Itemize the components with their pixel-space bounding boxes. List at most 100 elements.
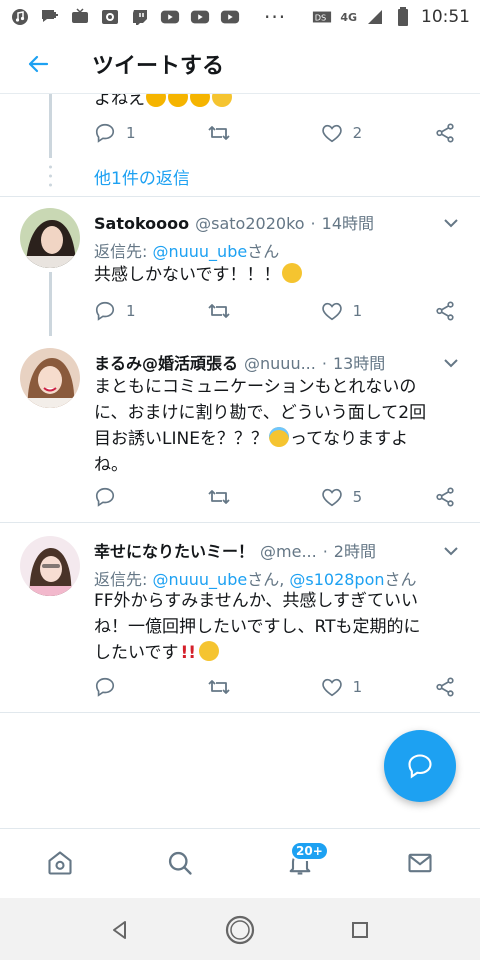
more-replies-link[interactable]: 他1件の返信 xyxy=(94,164,190,189)
like-button[interactable]: 2 xyxy=(321,122,434,144)
crying-face-emoji xyxy=(281,263,302,283)
twitch-icon xyxy=(130,7,150,27)
like-button[interactable]: 5 xyxy=(321,486,434,508)
avatar[interactable] xyxy=(20,536,80,596)
reply-icon xyxy=(95,301,115,321)
android-nav-bar xyxy=(0,898,480,960)
retweet-icon xyxy=(208,680,230,694)
tweet-actions: 5 xyxy=(94,484,464,510)
nav-recents-button[interactable] xyxy=(342,912,378,948)
reply-icon xyxy=(95,487,115,507)
share-icon xyxy=(436,123,454,143)
display-name[interactable]: 幸せになりたいミー！ xyxy=(94,538,254,562)
chevron-down-icon[interactable] xyxy=(440,352,462,374)
compose-reply-button[interactable] xyxy=(384,730,456,802)
like-count: 1 xyxy=(352,302,363,320)
reply-icon xyxy=(95,123,115,143)
like-icon xyxy=(321,124,342,143)
tab-search[interactable] xyxy=(164,847,196,879)
tab-home[interactable] xyxy=(44,847,76,879)
reply-button[interactable]: 1 xyxy=(94,300,207,322)
divider xyxy=(0,522,480,523)
display-name[interactable]: Satokoooo xyxy=(94,214,189,233)
reply-button[interactable] xyxy=(94,676,207,698)
nav-back-button[interactable] xyxy=(102,912,138,948)
share-button[interactable] xyxy=(434,486,456,508)
app-header: ツイートする xyxy=(0,34,480,94)
user-handle[interactable]: @nuuu... xyxy=(244,354,316,373)
user-handle[interactable]: @sato2020ko xyxy=(195,214,304,233)
tweet-text: まともにコミュニケーションもとれないの に、おまけに割り勘で、どういう面して2回… xyxy=(94,377,427,475)
camera-box-icon xyxy=(100,7,120,27)
user-handle[interactable]: @me... xyxy=(260,542,317,561)
vpn-icon: DS xyxy=(312,7,332,27)
like-count: 5 xyxy=(352,488,363,506)
like-icon xyxy=(321,302,342,321)
like-icon xyxy=(321,488,342,507)
chevron-down-icon[interactable] xyxy=(440,540,462,562)
tweet-header: まるみ@婚活頑張る @nuuu... · 13時間 xyxy=(94,350,434,374)
triangle-back-icon xyxy=(113,921,126,939)
music-icon xyxy=(10,7,30,27)
reply-button[interactable]: 1 xyxy=(94,122,207,144)
tv-icon xyxy=(70,7,90,27)
timestamp: 13時間 xyxy=(332,354,386,373)
halo-face-emoji xyxy=(268,427,289,447)
partial-tweet-text: よねえ xyxy=(94,94,233,109)
youtube-icon-1 xyxy=(160,7,180,27)
youtube-icon-3 xyxy=(220,7,240,27)
reply-count: 1 xyxy=(126,124,136,142)
bottom-tab-bar: 20+ xyxy=(0,828,480,898)
system-indicators: DS 4G 10:51 xyxy=(312,7,470,27)
like-icon xyxy=(321,678,342,697)
reply-to-line: 返信先: @nuuu_ubeさん, @s1028ponさん xyxy=(94,570,417,589)
chevron-down-icon[interactable] xyxy=(440,212,462,234)
display-name[interactable]: まるみ@婚活頑張る xyxy=(94,350,238,374)
home-icon xyxy=(48,851,72,875)
like-button[interactable]: 1 xyxy=(321,676,434,698)
retweet-button[interactable] xyxy=(207,486,320,508)
retweet-button[interactable] xyxy=(207,300,320,322)
reply-button[interactable] xyxy=(94,486,207,508)
tweet-thread[interactable]: よねえ 1 2 他1件の返信 Satokoooo @sato2020ko · 1… xyxy=(0,94,480,828)
thread-dots xyxy=(49,165,52,187)
share-icon xyxy=(436,301,454,321)
mention-link[interactable]: @nuuu_ube xyxy=(152,242,247,261)
status-bar: ··· DS 4G 10:51 xyxy=(0,0,480,34)
tab-messages[interactable] xyxy=(404,847,436,879)
tweet-text: FF外からすみませんか、共感しすぎていい ね！一億回押したいですし、RTも定期的… xyxy=(94,591,421,663)
chat-plus-icon xyxy=(40,7,60,27)
notification-badge: 20+ xyxy=(290,841,329,861)
search-icon xyxy=(168,851,192,875)
clock: 10:51 xyxy=(421,7,470,27)
circle-home-icon xyxy=(225,915,255,945)
share-button[interactable] xyxy=(434,676,456,698)
share-button[interactable] xyxy=(434,300,456,322)
square-recents-icon xyxy=(352,922,368,938)
share-icon xyxy=(436,677,454,697)
nav-home-button[interactable] xyxy=(222,912,258,948)
like-count: 2 xyxy=(352,124,363,142)
tweet-text: 共感しかないです！！！ xyxy=(94,262,464,288)
tweet-header: 幸せになりたいミー！ @me... · 2時間 xyxy=(94,538,434,562)
back-button[interactable] xyxy=(0,34,76,94)
youtube-icon-2 xyxy=(190,7,210,27)
timestamp: 14時間 xyxy=(321,214,375,233)
share-button[interactable] xyxy=(434,122,456,144)
avatar[interactable] xyxy=(20,348,80,408)
mention-link[interactable]: @s1028pon xyxy=(289,570,384,589)
retweet-icon xyxy=(208,126,230,140)
like-button[interactable]: 1 xyxy=(321,300,434,322)
retweet-button[interactable] xyxy=(207,122,320,144)
retweet-button[interactable] xyxy=(207,676,320,698)
retweet-icon xyxy=(208,304,230,318)
retweet-icon xyxy=(208,490,230,504)
avatar[interactable] xyxy=(20,208,80,268)
battery-icon xyxy=(393,7,413,27)
mention-link[interactable]: @nuuu_ube xyxy=(152,570,247,589)
page-title: ツイートする xyxy=(92,53,225,79)
divider xyxy=(0,196,480,197)
timestamp: 2時間 xyxy=(333,542,376,561)
reply-to-line: 返信先: @nuuu_ubeさん xyxy=(94,242,280,261)
network-type: 4G xyxy=(340,10,357,24)
